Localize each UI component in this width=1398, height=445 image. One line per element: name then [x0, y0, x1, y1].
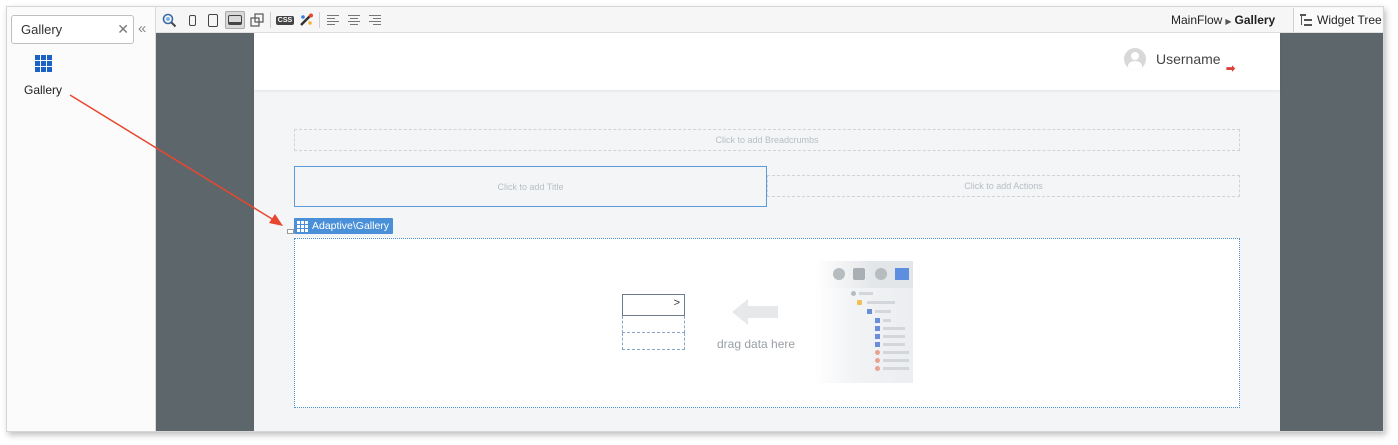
- gallery-widget-tag-text: Adaptive\Gallery: [312, 220, 390, 232]
- breadcrumbs-placeholder[interactable]: Click to add Breadcrumbs: [294, 129, 1240, 151]
- drag-data-hint: drag data here: [717, 337, 796, 351]
- align-right-icon[interactable]: [366, 11, 384, 29]
- actions-placeholder-text: Click to add Actions: [964, 181, 1043, 191]
- app-header: Username ➡: [254, 33, 1280, 90]
- page-layout: Username ➡ Click to add Breadcrumbs Clic…: [254, 33, 1280, 431]
- gallery-widget-container[interactable]: > drag data here: [294, 238, 1240, 408]
- gallery-widget-tag[interactable]: Adaptive\Gallery: [294, 218, 394, 234]
- widget-tree-button[interactable]: Widget Tree: [1293, 8, 1382, 32]
- screen-canvas: Username ➡ Click to add Breadcrumbs Clic…: [156, 33, 1383, 431]
- breadcrumbs-placeholder-text: Click to add Breadcrumbs: [715, 135, 819, 145]
- logout-icon[interactable]: ➡: [1226, 62, 1235, 75]
- avatar: [1124, 48, 1146, 70]
- widget-tree-label: Widget Tree: [1317, 13, 1382, 27]
- title-placeholder-text: Click to add Title: [497, 181, 564, 192]
- drag-arrow-icon: [732, 299, 778, 325]
- annotation-arrow: [69, 94, 283, 226]
- breadcrumb-screen: Gallery: [1234, 13, 1276, 27]
- actions-placeholder[interactable]: Click to add Actions: [767, 175, 1240, 197]
- widget-tree-icon: [1300, 14, 1312, 26]
- align-center-icon[interactable]: [345, 11, 363, 29]
- editor-toolbar: CSS MainFlow ▶ Gallery Widget Tree: [156, 7, 1383, 33]
- list-arrow-icon: >: [673, 297, 680, 309]
- screen-breadcrumb: MainFlow ▶ Gallery: [1171, 13, 1275, 27]
- ide-window: Gallery ✕ « Gallery CSS MainFlow ▶ Galle…: [6, 6, 1384, 432]
- list-illustration: >: [622, 294, 685, 350]
- breadcrumb-flow[interactable]: MainFlow: [1171, 13, 1222, 27]
- title-placeholder[interactable]: Click to add Title: [294, 166, 767, 207]
- username-label: Username: [1156, 51, 1221, 67]
- breadcrumb-separator-icon: ▶: [1225, 17, 1232, 26]
- align-left-icon[interactable]: [324, 11, 342, 29]
- elements-tree-illustration: [815, 261, 913, 383]
